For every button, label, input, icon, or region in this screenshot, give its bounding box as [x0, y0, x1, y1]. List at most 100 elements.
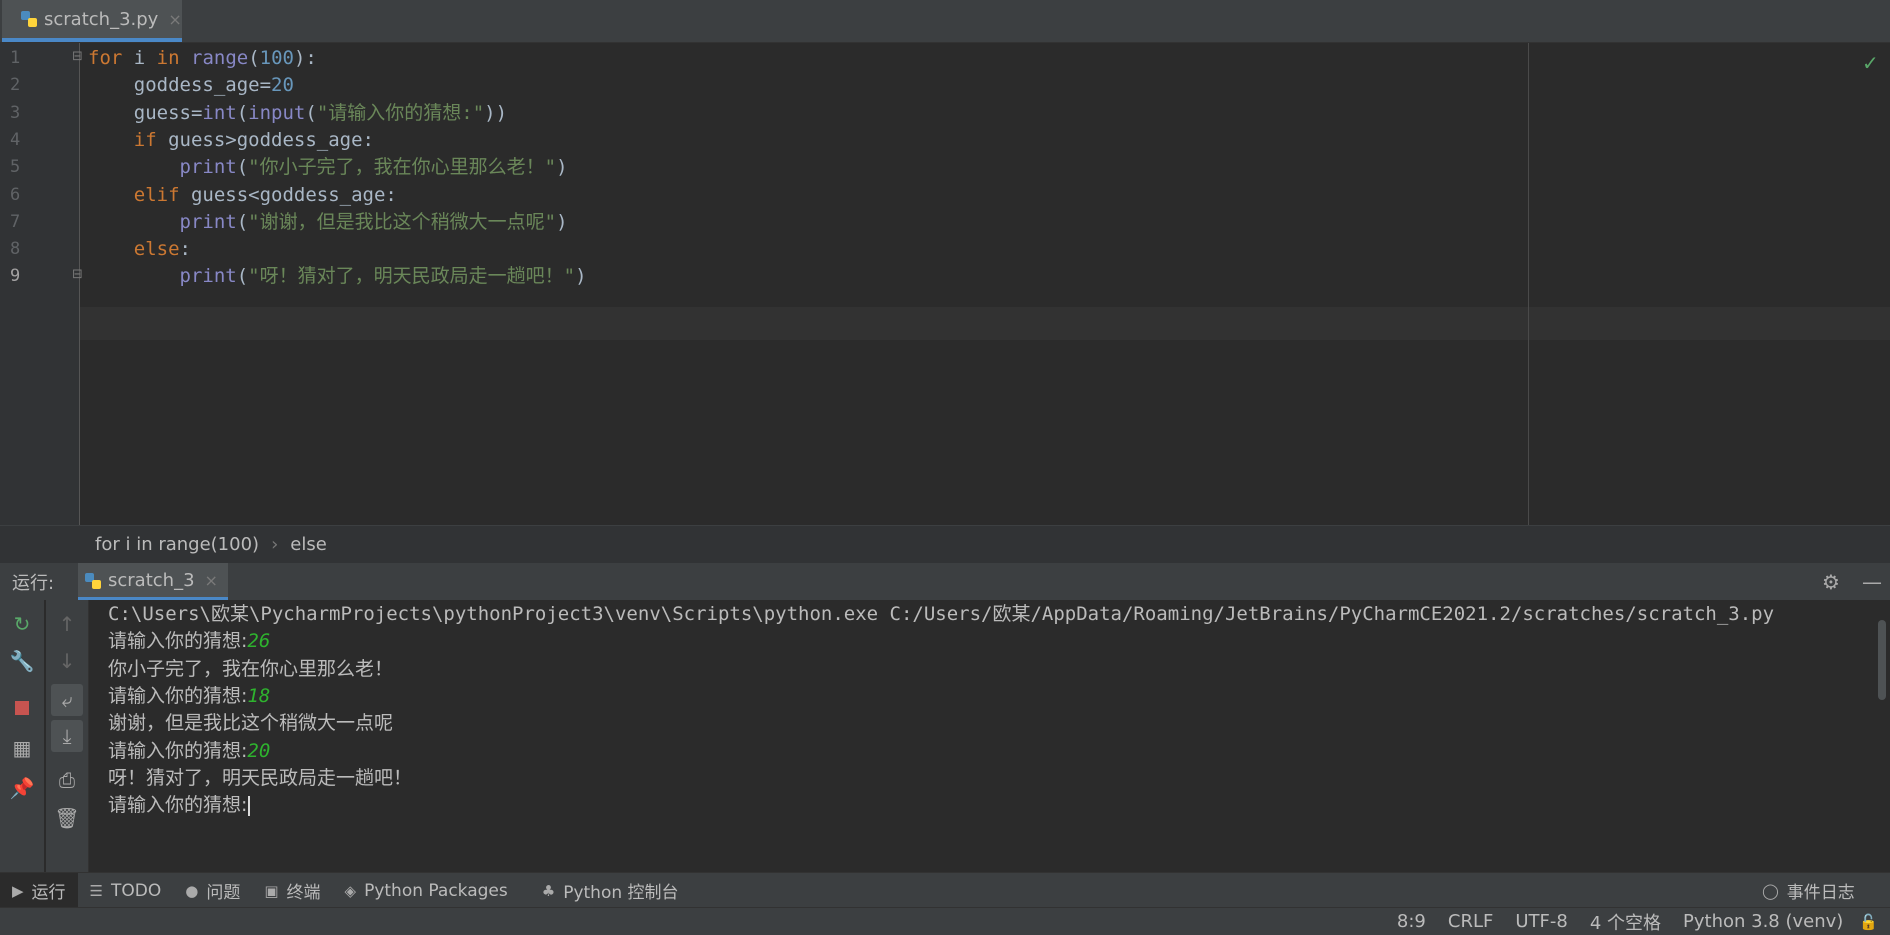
fold-icon[interactable]: ⊟ — [72, 49, 83, 64]
info-icon: ● — [185, 881, 199, 900]
console-text: 呀！猜对了，明天民政局走一趟吧！ — [108, 766, 413, 789]
code-token: ( — [236, 265, 249, 288]
lock-icon[interactable]: 🔓 — [1859, 913, 1878, 931]
code-token: ( — [305, 101, 317, 124]
run-header: 运行: ⚙ — — [0, 563, 1890, 600]
list-icon: ☰ — [89, 881, 103, 900]
code-token: ) — [575, 265, 587, 288]
indent-setting[interactable]: 4 个空格 — [1590, 909, 1661, 935]
status-bar: 8:9 CRLF UTF-8 4 个空格 Python 3.8 (venv) 🔓 — [0, 907, 1890, 935]
console-text: 请输入你的猜想: — [108, 684, 248, 707]
console-line: C:\Users\欧某\PycharmProjects\pythonProjec… — [108, 601, 1774, 634]
toolwindow-python-console[interactable]: ♣ Python 控制台 — [530, 873, 691, 908]
trash-icon[interactable]: 🗑 — [51, 802, 83, 834]
run-tab-scratch-3[interactable]: scratch_3 × — [78, 563, 228, 600]
code-token: "谢谢，但是我比这个稍微大一点呢" — [248, 210, 557, 233]
play-icon: ▶ — [12, 881, 24, 900]
line-number: 9 — [10, 266, 21, 287]
code-token: ) — [556, 156, 568, 179]
right-margin-guide — [1528, 43, 1529, 525]
minimize-icon[interactable]: — — [1862, 570, 1882, 594]
arrow-up-icon[interactable]: ↑ — [51, 608, 83, 640]
run-panel-title: 运行: — [12, 572, 55, 594]
python-icon: ♣ — [541, 881, 556, 900]
chevron-right-icon: › — [271, 534, 279, 555]
line-number: 4 — [10, 129, 21, 150]
code-token: ( — [236, 210, 249, 233]
pin-icon[interactable]: 📌 — [6, 772, 38, 804]
console-text: 你小子完了，我在你心里那么老！ — [108, 657, 394, 680]
gear-icon[interactable]: ⚙ — [1822, 570, 1840, 594]
line-number: 3 — [10, 102, 21, 123]
console-user-input: 18 — [247, 684, 271, 707]
wrench-icon[interactable]: 🔧 — [6, 645, 38, 677]
scroll-to-end-icon[interactable]: ⤓ — [51, 720, 83, 752]
run-tab-label: scratch_3 — [108, 569, 195, 591]
code-line[interactable]: print("呀！猜对了，明天民政局走一趟吧！") — [88, 263, 587, 296]
code-token: elif — [133, 183, 180, 206]
line-number: 6 — [10, 184, 21, 205]
layout-icon[interactable]: ▦ — [6, 732, 38, 764]
toolwindow-terminal[interactable]: ▣ 终端 — [252, 873, 332, 908]
code-token: ( — [248, 47, 260, 69]
line-number: 7 — [10, 211, 21, 232]
console-user-input: 20 — [247, 739, 271, 762]
code-token: "呀！猜对了，明天民政局走一趟吧！" — [248, 265, 576, 288]
close-icon[interactable]: × — [205, 571, 218, 590]
python-file-icon — [20, 10, 38, 28]
terminal-icon: ▣ — [264, 881, 279, 900]
line-number: 1 — [10, 48, 21, 68]
console-text: 请输入你的猜想: — [108, 630, 248, 653]
code-token: int — [202, 101, 237, 124]
close-icon[interactable]: × — [168, 10, 181, 29]
code-token: else — [133, 238, 180, 261]
code-token: input — [248, 101, 306, 124]
fold-icon[interactable]: ⊟ — [72, 267, 83, 282]
code-token: goddess_age= — [88, 74, 272, 97]
console-text: 谢谢，但是我比这个稍微大一点呢 — [108, 712, 394, 735]
caret-position[interactable]: 8:9 — [1397, 911, 1426, 932]
console-user-input: 26 — [247, 630, 271, 653]
rerun-icon[interactable]: ↻ — [6, 608, 38, 640]
arrow-down-icon[interactable]: ↓ — [51, 645, 83, 677]
toolwindow-event-log[interactable]: ◯ 事件日志 — [1750, 873, 1867, 908]
inspection-ok-icon[interactable]: ✓ — [1862, 51, 1882, 75]
toolwindow-todo[interactable]: ☰ TODO — [78, 873, 174, 908]
code-token: 100 — [259, 47, 294, 69]
soft-wrap-icon[interactable]: ⤶ — [51, 684, 83, 716]
breadcrumb-item[interactable]: for i in range(100) — [95, 534, 259, 555]
code-editor[interactable]: ✓ ⊟ ⊟ 1 2 3 4 5 6 7 8 9 for i in range(100): godd… — [0, 43, 1890, 525]
file-encoding[interactable]: UTF-8 — [1515, 911, 1567, 932]
code-token: 20 — [271, 74, 294, 97]
code-token: print — [179, 210, 237, 233]
code-token: print — [179, 265, 237, 288]
code-token: )) — [484, 101, 508, 124]
console-scrollbar[interactable] — [1878, 620, 1886, 700]
code-token: ( — [236, 156, 249, 179]
layers-icon: ◈ — [344, 881, 357, 900]
console-line: 请输入你的猜想: — [108, 792, 251, 825]
code-token: range — [191, 47, 249, 69]
line-number: 8 — [10, 239, 21, 260]
code-token: guess<goddess_age: — [179, 183, 397, 206]
code-token: guess>goddess_age: — [156, 128, 374, 151]
interpreter[interactable]: Python 3.8 (venv) — [1683, 911, 1843, 932]
toolwindow-problems[interactable]: ● 问题 — [173, 873, 252, 908]
toolwindow-run[interactable]: ▶ 运行 — [0, 873, 78, 908]
code-token: print — [179, 156, 237, 179]
stop-icon[interactable] — [6, 692, 38, 724]
python-file-icon — [84, 572, 102, 590]
breadcrumb-item[interactable]: else — [290, 534, 327, 555]
editor-tab-bar — [0, 0, 1890, 43]
code-token: i — [122, 47, 157, 69]
speech-bubble-icon: ◯ — [1762, 881, 1779, 900]
line-number: 5 — [10, 157, 21, 178]
code-token: for — [88, 47, 123, 69]
line-separator[interactable]: CRLF — [1448, 911, 1493, 932]
toolwindow-python-packages[interactable]: ◈ Python Packages — [333, 873, 520, 908]
print-icon[interactable]: ⎙ — [51, 764, 83, 796]
tab-scratch-3[interactable]: scratch_3.py × — [2, 0, 182, 42]
tool-window-bar: ▶ 运行 ☰ TODO ● 问题 ▣ 终端 ◈ Python Packages ♣ Pyth… — [0, 872, 1890, 908]
